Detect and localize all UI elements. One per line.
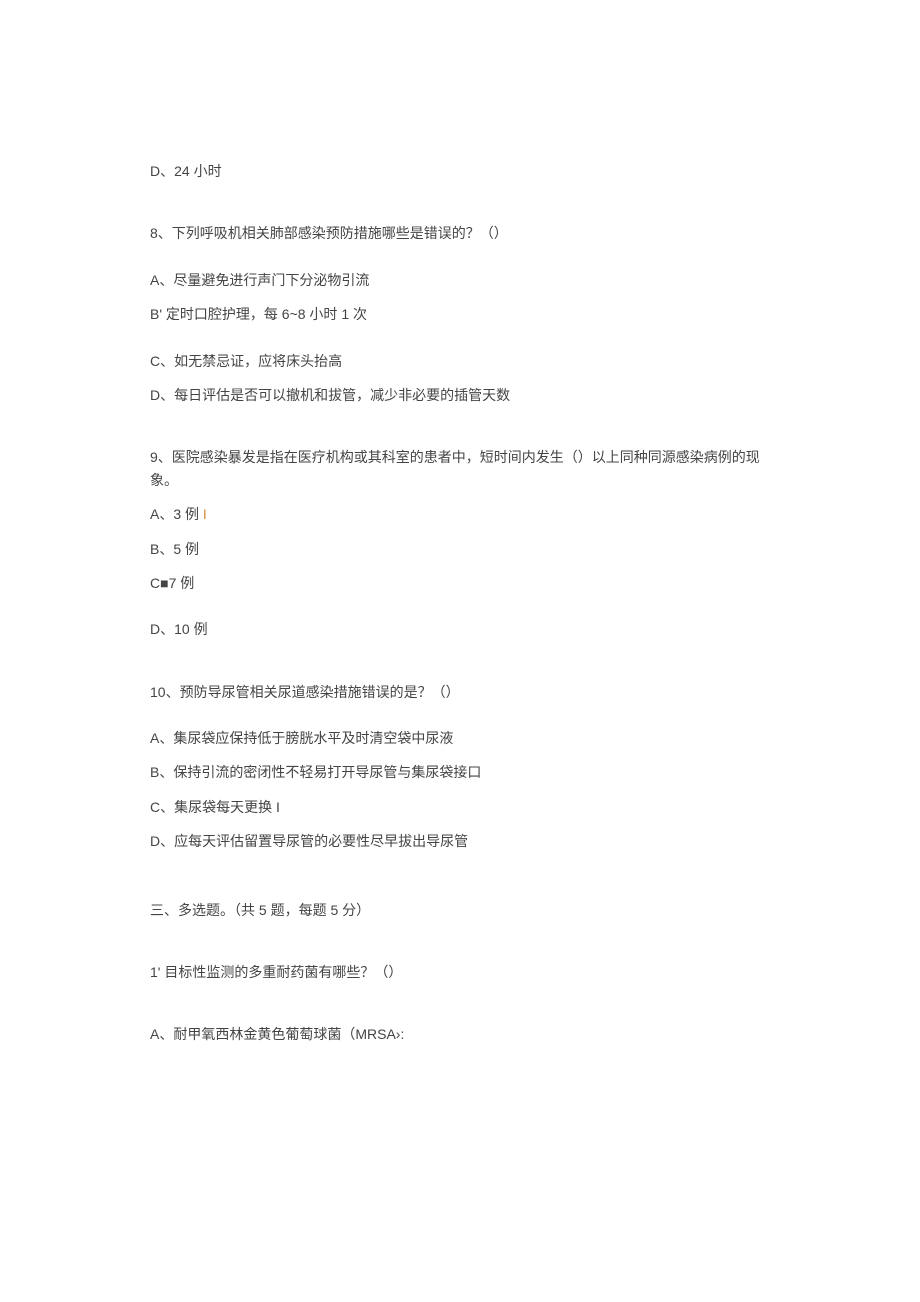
text-line: C、集尿袋每天更换 I [150, 796, 770, 818]
text-line: D、24 小时 [150, 160, 770, 182]
text-line: B' 定时口腔护理，每 6~8 小时 1 次 [150, 303, 770, 325]
text-line: A、耐甲氧西林金黄色葡萄球菌（MRSA›: [150, 1023, 770, 1045]
text-line: A、集尿袋应保持低于膀胱水平及时清空袋中尿液 [150, 727, 770, 749]
text-line: 8、下列呼吸机相关肺部感染预防措施哪些是错误的？（） [150, 222, 770, 244]
document-page: D、24 小时 8、下列呼吸机相关肺部感染预防措施哪些是错误的？（） A、尽量避免进… [0, 0, 920, 1138]
text-line: 9、医院感染暴发是指在医疗机构或其科室的患者中，短时间内发生（）以上同种同源感染… [150, 446, 770, 491]
text-line: A、尽量避免进行声门下分泌物引流 [150, 269, 770, 291]
text-line: 10、预防导尿管相关尿道感染措施错误的是？（） [150, 681, 770, 703]
text-line: D、10 例 [150, 618, 770, 640]
text-line: A、3 例 I [150, 503, 770, 525]
text-line: B、保持引流的密闭性不轻易打开导尿管与集尿袋接口 [150, 761, 770, 783]
text-line: D、每日评估是否可以撤机和拔管，减少非必要的插管天数 [150, 384, 770, 406]
text-line: B、5 例 [150, 538, 770, 560]
text-line: C■7 例 [150, 572, 770, 594]
text-line: 三、多选题。（共 5 题，每题 5 分） [150, 899, 770, 921]
text-line: C、如无禁忌证，应将床头抬高 [150, 350, 770, 372]
text-line: D、应每天评估留置导尿管的必要性尽早拔出导尿管 [150, 830, 770, 852]
text-line: 1' 目标性监测的多重耐药菌有哪些？（） [150, 961, 770, 983]
